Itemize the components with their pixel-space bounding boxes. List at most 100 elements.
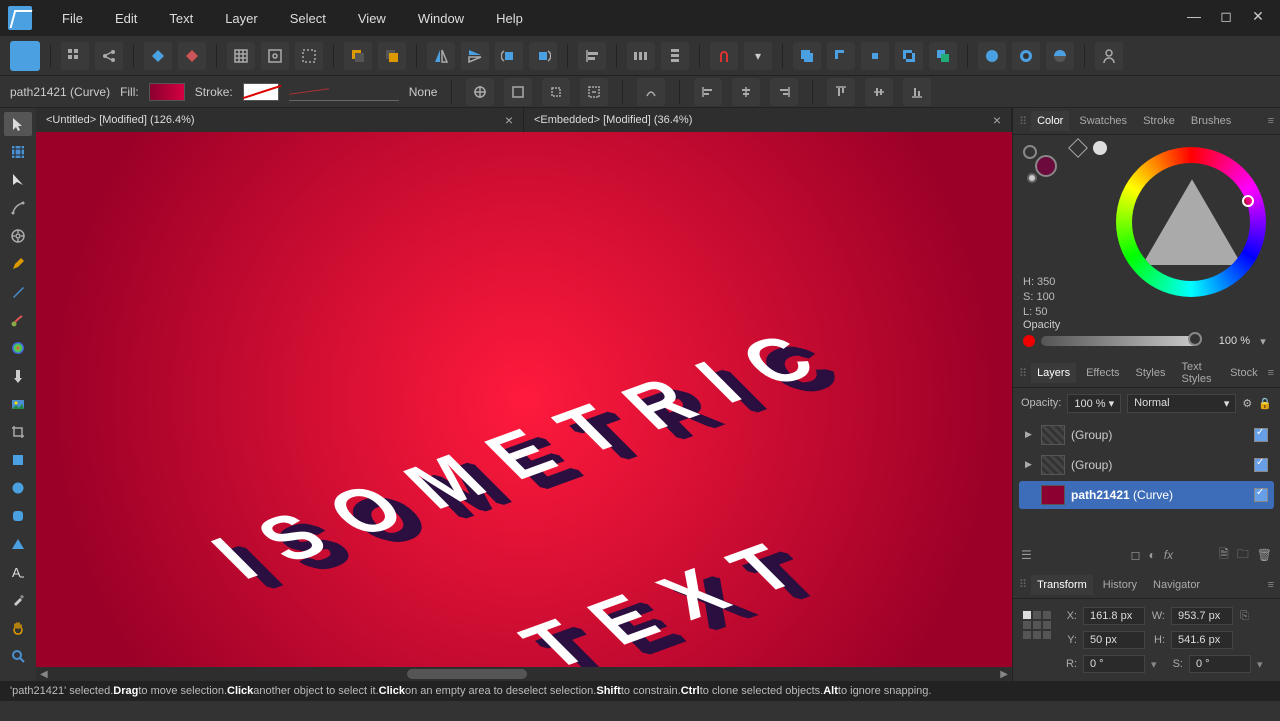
menu-select[interactable]: Select — [278, 3, 338, 34]
eyedropper-tool[interactable] — [4, 588, 32, 612]
opacity-dropdown-icon[interactable]: ▾ — [1256, 335, 1270, 348]
hide-selection-icon[interactable] — [542, 78, 570, 106]
boolean-intersect-icon[interactable] — [861, 42, 889, 70]
align-bottom-icon[interactable] — [903, 78, 931, 106]
move-tool[interactable] — [4, 112, 32, 136]
close-tab-icon[interactable]: × — [993, 112, 1001, 128]
visibility-checkbox[interactable] — [1254, 458, 1268, 472]
maximize-button[interactable]: ◻ — [1212, 9, 1240, 27]
boolean-xor-icon[interactable] — [895, 42, 923, 70]
layer-lock-icon[interactable]: 🔒 — [1258, 397, 1272, 410]
tab-color[interactable]: Color — [1031, 111, 1069, 131]
align-top-icon[interactable] — [827, 78, 855, 106]
h-input[interactable]: 541.6 px — [1171, 631, 1233, 649]
tab-stroke[interactable]: Stroke — [1137, 111, 1181, 131]
y-input[interactable]: 50 px — [1083, 631, 1145, 649]
close-button[interactable]: ✕ — [1244, 9, 1272, 27]
boolean-add-icon[interactable] — [793, 42, 821, 70]
menu-file[interactable]: File — [50, 3, 95, 34]
tab-brushes[interactable]: Brushes — [1185, 111, 1237, 131]
align-hcenter-icon[interactable] — [732, 78, 760, 106]
opacity-slider[interactable] — [1041, 336, 1200, 346]
panel-menu-icon[interactable]: ≡ — [1268, 115, 1274, 127]
close-tab-icon[interactable]: × — [505, 112, 513, 128]
rotate-cw-icon[interactable] — [529, 42, 557, 70]
gradient-tool[interactable] — [4, 336, 32, 360]
transform-children-icon[interactable] — [504, 78, 532, 106]
delete-layer-icon[interactable]: 🗑 — [1257, 548, 1272, 562]
add-symbol-icon[interactable] — [144, 42, 172, 70]
link-wh-icon[interactable]: ⎘ — [1239, 611, 1251, 622]
crop-tool[interactable] — [4, 420, 32, 444]
move-front-icon[interactable] — [378, 42, 406, 70]
corner-tool[interactable] — [4, 224, 32, 248]
tab-navigator[interactable]: Navigator — [1147, 575, 1206, 595]
stroke-swatch[interactable] — [243, 83, 279, 101]
folder-open-icon[interactable]: 🗀 — [1237, 545, 1249, 566]
color-wheel[interactable] — [1116, 147, 1266, 297]
flip-h-icon[interactable] — [427, 42, 455, 70]
transparency-tool[interactable] — [4, 364, 32, 388]
opacity-value[interactable]: 100 % — [1206, 335, 1250, 347]
stroke-width-slider[interactable] — [289, 83, 399, 101]
fill-swatch[interactable] — [149, 83, 185, 101]
convert-curves-icon[interactable] — [637, 78, 665, 106]
tab-swatches[interactable]: Swatches — [1073, 111, 1133, 131]
hand-tool[interactable] — [4, 616, 32, 640]
place-image-tool[interactable] — [4, 392, 32, 416]
snapping-icon[interactable] — [710, 42, 738, 70]
transform-origin-icon[interactable] — [466, 78, 494, 106]
flip-v-icon[interactable] — [461, 42, 489, 70]
document-tab-2[interactable]: <Embedded> [Modified] (36.4%) × — [524, 108, 1012, 132]
panel-menu-icon[interactable]: ≡ — [1268, 367, 1274, 379]
anchor-grid[interactable] — [1023, 611, 1051, 639]
pencil-tool[interactable] — [4, 252, 32, 276]
menu-view[interactable]: View — [346, 3, 398, 34]
tab-effects[interactable]: Effects — [1080, 363, 1125, 383]
move-back-icon[interactable] — [344, 42, 372, 70]
zoom-tool[interactable] — [4, 644, 32, 668]
select-all-icon[interactable] — [295, 42, 323, 70]
layer-row-selected[interactable]: path21421 (Curve) — [1019, 481, 1274, 509]
tab-transform[interactable]: Transform — [1031, 575, 1093, 595]
visibility-checkbox[interactable] — [1254, 428, 1268, 442]
align-right-icon[interactable] — [770, 78, 798, 106]
layer-settings-icon[interactable]: ⚙ — [1242, 397, 1252, 410]
mask-icon[interactable]: ◻ — [1131, 548, 1141, 562]
menu-layer[interactable]: Layer — [213, 3, 270, 34]
minimize-button[interactable]: — — [1180, 9, 1208, 27]
horizontal-scrollbar[interactable]: ◀ ▶ — [36, 667, 1012, 681]
ellipse-tool[interactable] — [4, 476, 32, 500]
scroll-thumb[interactable] — [407, 669, 527, 679]
align-left-icon[interactable] — [578, 42, 606, 70]
cycle-select-icon[interactable] — [580, 78, 608, 106]
tab-layers[interactable]: Layers — [1031, 363, 1076, 383]
rotate-ccw-icon[interactable] — [495, 42, 523, 70]
boolean-subtract-icon[interactable] — [827, 42, 855, 70]
detach-symbol-icon[interactable] — [178, 42, 206, 70]
r-input[interactable]: 0 ° — [1083, 655, 1145, 673]
visibility-checkbox[interactable] — [1254, 488, 1268, 502]
layer-row-group2[interactable]: ▶ (Group) — [1019, 451, 1274, 479]
pen-tool[interactable] — [4, 196, 32, 220]
scroll-left-icon[interactable]: ◀ — [40, 669, 48, 680]
show-grid-icon[interactable] — [227, 42, 255, 70]
tab-history[interactable]: History — [1097, 575, 1143, 595]
w-input[interactable]: 953.7 px — [1171, 607, 1233, 625]
menu-text[interactable]: Text — [157, 3, 205, 34]
align-left2-icon[interactable] — [694, 78, 722, 106]
panel-menu-icon[interactable]: ≡ — [1268, 579, 1274, 591]
distribute-v-icon[interactable] — [661, 42, 689, 70]
layer-row-group1[interactable]: ▶ (Group) — [1019, 421, 1274, 449]
canvas-viewport[interactable]: ISOMETRIC TEXT — [36, 132, 1012, 667]
menu-help[interactable]: Help — [484, 3, 535, 34]
share-icon[interactable] — [95, 42, 123, 70]
node-tool[interactable] — [4, 168, 32, 192]
menu-edit[interactable]: Edit — [103, 3, 149, 34]
layers-stack-icon[interactable]: ☰ — [1021, 548, 1032, 562]
corner-circle-icon[interactable] — [978, 42, 1006, 70]
scroll-right-icon[interactable]: ▶ — [1000, 669, 1008, 680]
align-vcenter-icon[interactable] — [865, 78, 893, 106]
expand-icon[interactable]: ▶ — [1025, 429, 1035, 440]
brush-tool[interactable] — [4, 280, 32, 304]
